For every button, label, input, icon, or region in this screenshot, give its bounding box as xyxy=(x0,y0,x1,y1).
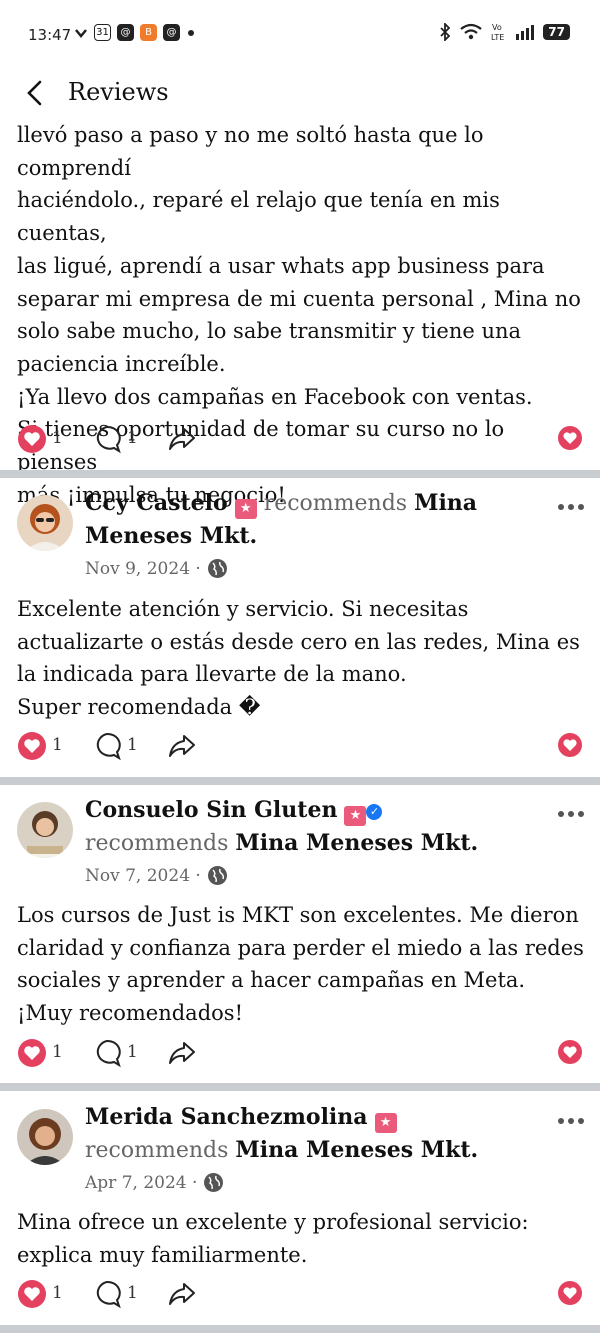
love-react-icon[interactable] xyxy=(557,732,583,758)
recommends-text: recommends xyxy=(85,831,229,856)
status-bar: 13:47 31 @ B @ Vo LTE 77 xyxy=(0,0,600,70)
threads-icon: @ xyxy=(117,24,134,41)
reaction-count: 1 xyxy=(52,428,63,448)
review-date: Nov 9, 2024 · xyxy=(85,558,201,579)
review-body-2: Super recomendada � xyxy=(17,695,261,720)
review-body: Excelente atención y servicio. Si necesi… xyxy=(17,597,580,687)
love-react-icon[interactable] xyxy=(557,425,583,451)
love-react-icon[interactable] xyxy=(557,1039,583,1065)
signal-icon xyxy=(516,25,535,40)
svg-text:LTE: LTE xyxy=(491,33,504,42)
comment-count: 1 xyxy=(127,428,138,448)
review-body: Los cursos de Just is MKT son excelentes… xyxy=(17,903,584,1026)
share-icon[interactable] xyxy=(167,731,197,761)
review-text: Mina ofrece un excelente y profesional s… xyxy=(17,1206,587,1271)
review-title: Consuelo Sin Gluten ★ ✓ recommends Mina M… xyxy=(85,794,505,860)
page-name[interactable]: Mina Meneses Mkt. xyxy=(235,1137,478,1163)
review-line: las ligué, aprendí a usar whats app busi… xyxy=(17,253,545,278)
review-text: Excelente atención y servicio. Si necesi… xyxy=(17,593,587,724)
love-react-icon[interactable] xyxy=(557,1280,583,1306)
threads-icon-2: @ xyxy=(163,24,180,41)
verified-badge-icon: ✓ xyxy=(366,804,383,820)
battery-icon: 77 xyxy=(543,24,570,40)
review-line: paciencia increíble. xyxy=(17,351,226,376)
avatar[interactable] xyxy=(17,1109,73,1165)
review-actions: 1 1 xyxy=(0,421,600,457)
comment-icon[interactable] xyxy=(92,1038,122,1068)
comment-icon[interactable] xyxy=(92,1279,122,1309)
avatar[interactable] xyxy=(17,802,73,858)
more-options-icon[interactable] xyxy=(556,497,586,517)
reaction-count: 1 xyxy=(52,1042,63,1062)
review-line: llevó paso a paso y no me soltó hasta qu… xyxy=(17,123,484,180)
comment-count: 1 xyxy=(127,1283,138,1303)
dot-icon xyxy=(188,29,194,36)
page-title: Reviews xyxy=(68,78,169,106)
recommends-text: recommends xyxy=(85,1138,229,1163)
star-badge-icon: ★ xyxy=(344,806,367,826)
more-options-icon[interactable] xyxy=(556,1111,586,1131)
status-time: 13:47 xyxy=(28,26,72,44)
comment-count: 1 xyxy=(127,1042,138,1062)
review-actions: 1 1 xyxy=(0,728,600,764)
divider xyxy=(0,1083,600,1091)
wifi-icon xyxy=(460,23,482,40)
star-badge-icon: ★ xyxy=(234,499,257,519)
review-date: Nov 7, 2024 · xyxy=(85,865,201,886)
globe-icon xyxy=(207,559,227,578)
recommends-text: recommends xyxy=(263,491,408,516)
divider xyxy=(0,777,600,785)
system-icons: Vo LTE 77 xyxy=(439,22,570,42)
bluetooth-icon xyxy=(440,23,451,41)
reaction-count: 1 xyxy=(52,1283,63,1303)
calendar-icon: 31 xyxy=(94,24,111,41)
globe-icon xyxy=(207,866,227,885)
comment-count: 1 xyxy=(127,735,138,755)
review-line: separar mi empresa de mi cuenta personal… xyxy=(17,286,581,311)
review-line: ¡Ya llevo dos campañas en Facebook con v… xyxy=(17,384,533,409)
review-line: solo sabe mucho, lo sabe transmitir y ti… xyxy=(17,319,522,344)
heart-reaction-icon[interactable] xyxy=(17,1279,47,1309)
review-text: Los cursos de Just is MKT son excelentes… xyxy=(17,899,587,1030)
review-meta: Nov 7, 2024 · xyxy=(85,865,228,886)
reviewer-name[interactable]: Merida Sanchezmolina xyxy=(85,1104,368,1130)
chevron-notification-icon xyxy=(75,28,87,38)
volte-icon: VoLTE xyxy=(491,23,504,42)
review-actions: 1 1 xyxy=(0,1276,600,1312)
top-bar: Reviews xyxy=(0,70,600,118)
globe-icon xyxy=(204,1173,224,1192)
share-icon[interactable] xyxy=(167,424,197,454)
svg-text:Vo: Vo xyxy=(492,23,502,32)
share-icon[interactable] xyxy=(167,1038,197,1068)
review-actions: 1 1 xyxy=(0,1035,600,1071)
review-meta: Nov 9, 2024 · xyxy=(85,558,228,579)
page-name[interactable]: Mina Meneses Mkt. xyxy=(235,830,478,856)
heart-reaction-icon[interactable] xyxy=(17,1038,47,1068)
review-title: Merida Sanchezmolina ★ recommends Mina M… xyxy=(85,1101,505,1167)
back-arrow-icon[interactable] xyxy=(22,78,48,108)
heart-reaction-icon[interactable] xyxy=(17,424,47,454)
review-meta: Apr 7, 2024 · xyxy=(85,1172,224,1193)
review-line: haciéndolo., reparé el relajo que tenía … xyxy=(17,188,500,246)
divider xyxy=(0,1325,600,1333)
divider xyxy=(0,470,600,478)
review-date: Apr 7, 2024 · xyxy=(85,1172,198,1193)
reviewer-name[interactable]: Consuelo Sin Gluten xyxy=(85,797,337,823)
notification-icons: 31 @ B @ xyxy=(74,24,194,41)
review-body: Mina ofrece un excelente y profesional s… xyxy=(17,1210,529,1267)
comment-icon[interactable] xyxy=(92,731,122,761)
reviewer-name[interactable]: Ccy Castelo xyxy=(85,490,228,516)
review-title: Ccy Castelo ★ recommends Mina Meneses Mk… xyxy=(85,487,505,553)
avatar[interactable] xyxy=(17,495,73,551)
star-badge-icon: ★ xyxy=(374,1113,397,1133)
more-options-icon[interactable] xyxy=(556,804,586,824)
share-icon[interactable] xyxy=(167,1279,197,1309)
reaction-count: 1 xyxy=(52,735,63,755)
comment-icon[interactable] xyxy=(92,424,122,454)
heart-reaction-icon[interactable] xyxy=(17,731,47,761)
blogger-icon: B xyxy=(140,24,157,41)
